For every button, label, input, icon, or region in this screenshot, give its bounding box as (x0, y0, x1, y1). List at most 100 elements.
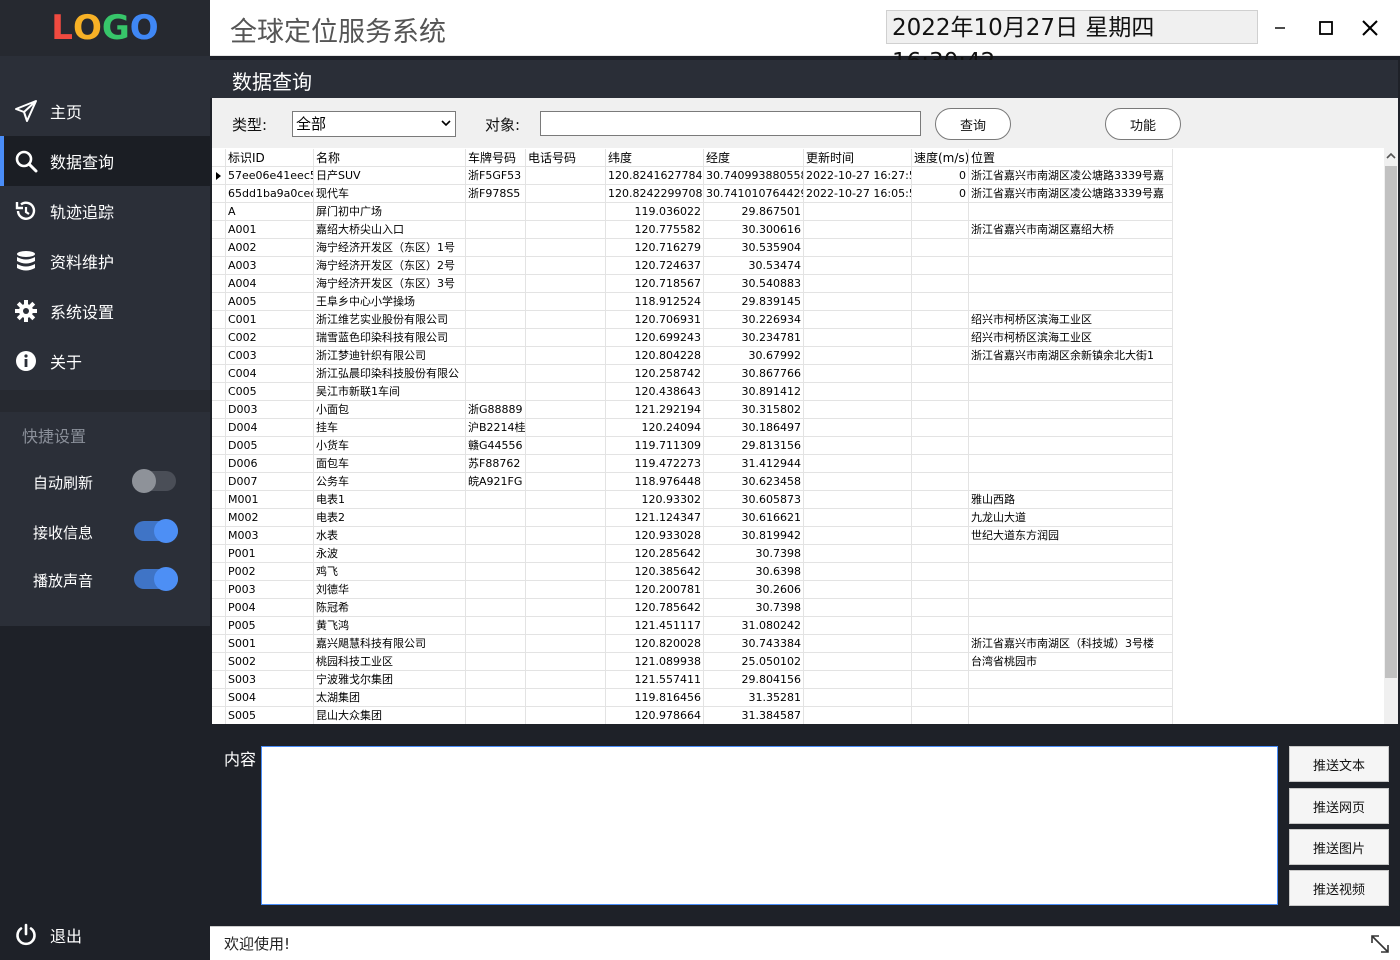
table-row[interactable]: P004 陈冠希 120.785642 30.7398 (212, 599, 1384, 617)
table-row[interactable]: A004 海宁经济开发区（东区）3号 120.718567 30.540883 (212, 275, 1384, 293)
column-header[interactable]: 速度(m/s) (912, 149, 969, 167)
table-row[interactable]: C001 浙江维艺实业股份有限公司 120.706931 30.226934 绍兴市柯桥… (212, 311, 1384, 329)
row-selector[interactable] (212, 383, 226, 401)
vertical-scrollbar[interactable] (1384, 148, 1398, 724)
table-row[interactable]: D007 公务车 皖A921FG 118.976448 30.623458 (212, 473, 1384, 491)
logout-button[interactable]: 退出 (0, 910, 210, 960)
push-image-button[interactable]: 推送图片 (1289, 829, 1389, 865)
auto-refresh-toggle[interactable] (132, 469, 176, 493)
table-row[interactable]: P001 永波 120.285642 30.7398 (212, 545, 1384, 563)
row-selector[interactable] (212, 419, 226, 437)
query-button[interactable]: 查询 (935, 108, 1011, 140)
row-selector[interactable] (212, 203, 226, 221)
receive-info-toggle[interactable] (134, 519, 178, 543)
column-header[interactable]: 电话号码 (526, 149, 606, 167)
row-selector[interactable] (212, 275, 226, 293)
table-row[interactable]: M003 水表 120.933028 30.819942 世纪大道东方润园 (212, 527, 1384, 545)
table-row[interactable]: D004 挂车 沪B2214桂 120.24094 30.186497 (212, 419, 1384, 437)
scrollbar-thumb[interactable] (1385, 166, 1397, 678)
maximize-button[interactable] (1306, 8, 1346, 48)
row-selector[interactable] (212, 167, 226, 185)
table-cell (969, 455, 1173, 473)
resize-icon[interactable] (1369, 933, 1391, 955)
table-row[interactable]: A 屏门初中广场 119.036022 29.867501 (212, 203, 1384, 221)
row-selector[interactable] (212, 455, 226, 473)
column-header[interactable]: 车牌号码 (466, 149, 526, 167)
row-selector[interactable] (212, 293, 226, 311)
table-row[interactable]: S001 嘉兴飓慧科技有限公司 120.820028 30.743384 浙江省嘉兴市南… (212, 635, 1384, 653)
nav-item-data-maintain[interactable]: 资料维护 (0, 236, 210, 286)
nav-item-data-query[interactable]: 数据查询 (0, 136, 210, 186)
row-selector[interactable] (212, 635, 226, 653)
table-row[interactable]: P003 刘德华 120.200781 30.2606 (212, 581, 1384, 599)
nav-item-home[interactable]: 主页 (0, 86, 210, 136)
table-row[interactable]: D003 小面包 浙G88889 121.292194 30.315802 (212, 401, 1384, 419)
row-selector[interactable] (212, 653, 226, 671)
column-header[interactable]: 名称 (314, 149, 466, 167)
row-selector[interactable] (212, 329, 226, 347)
table-row[interactable]: C005 吴江市新联1车间 120.438643 30.891412 (212, 383, 1384, 401)
column-header[interactable]: 纬度 (606, 149, 704, 167)
row-selector[interactable] (212, 527, 226, 545)
row-selector[interactable] (212, 581, 226, 599)
row-selector[interactable] (212, 617, 226, 635)
play-sound-toggle[interactable] (134, 567, 178, 591)
table-row[interactable]: A002 海宁经济开发区（东区）1号 120.716279 30.535904 (212, 239, 1384, 257)
table-row[interactable]: S003 宁波雅戈尔集团 121.557411 29.804156 (212, 671, 1384, 689)
row-selector[interactable] (212, 473, 226, 491)
object-input[interactable] (540, 111, 921, 136)
row-selector[interactable] (212, 509, 226, 527)
table-row[interactable]: A001 嘉绍大桥尖山入口 120.775582 30.300616 浙江省嘉兴市南湖区… (212, 221, 1384, 239)
push-video-button[interactable]: 推送视频 (1289, 870, 1389, 906)
row-selector[interactable] (212, 185, 226, 203)
table-row[interactable]: C002 瑞雪蓝色印染科技有限公司 120.699243 30.234781 绍兴市柯桥… (212, 329, 1384, 347)
row-selector[interactable] (212, 401, 226, 419)
push-webpage-button[interactable]: 推送网页 (1289, 788, 1389, 824)
row-selector[interactable] (212, 491, 226, 509)
row-selector[interactable] (212, 437, 226, 455)
table-row[interactable]: S004 太湖集团 119.816456 31.35281 (212, 689, 1384, 707)
table-row[interactable]: S005 昆山大众集团 120.978664 31.384587 (212, 707, 1384, 724)
row-selector[interactable] (212, 671, 226, 689)
close-button[interactable] (1350, 8, 1390, 48)
type-select[interactable]: 全部 (292, 111, 456, 137)
row-selector[interactable] (212, 599, 226, 617)
column-header[interactable]: 位置 (969, 149, 1173, 167)
row-selector[interactable] (212, 545, 226, 563)
table-row[interactable]: A005 王阜乡中心小学操场 118.912524 29.839145 (212, 293, 1384, 311)
row-selector[interactable] (212, 707, 226, 724)
nav-item-about[interactable]: 关于 (0, 336, 210, 386)
table-row[interactable]: 65dd1ba9a0cec6现代车浙F978S5 120.824229970899… (212, 185, 1384, 203)
column-header[interactable]: 更新时间 (804, 149, 912, 167)
row-selector[interactable] (212, 689, 226, 707)
row-selector[interactable] (212, 311, 226, 329)
row-selector[interactable] (212, 563, 226, 581)
table-row[interactable]: M002 电表2 121.124347 30.616621 九龙山大道 (212, 509, 1384, 527)
table-cell (804, 257, 912, 275)
table-row[interactable]: P005 黄飞鸿 121.451117 31.080242 (212, 617, 1384, 635)
row-selector[interactable] (212, 365, 226, 383)
row-selector[interactable] (212, 239, 226, 257)
table-row[interactable]: S002 桃园科技工业区 121.089938 25.050102 台湾省桃园市 (212, 653, 1384, 671)
nav-item-settings[interactable]: 系统设置 (0, 286, 210, 336)
table-row[interactable]: C003 浙江梦迪针织有限公司 120.804228 30.67992 浙江省嘉兴市南湖… (212, 347, 1384, 365)
column-header[interactable]: 经度 (704, 149, 804, 167)
row-selector[interactable] (212, 257, 226, 275)
column-header[interactable]: 标识ID (226, 149, 314, 167)
table-row[interactable]: C004 浙江弘晨印染科技股份有限公 120.258742 30.867766 (212, 365, 1384, 383)
row-selector[interactable] (212, 149, 226, 167)
row-selector[interactable] (212, 347, 226, 365)
table-row[interactable]: D006 面包车 苏F88762 119.472273 31.412944 (212, 455, 1384, 473)
table-row[interactable]: D005 小货车 赣G44556 119.711309 29.813156 (212, 437, 1384, 455)
table-row[interactable]: A003 海宁经济开发区（东区）2号 120.724637 30.53474 (212, 257, 1384, 275)
push-text-button[interactable]: 推送文本 (1289, 746, 1389, 782)
table-row[interactable]: M001 电表1 120.93302 30.605873 雅山西路 (212, 491, 1384, 509)
minimize-button[interactable] (1260, 8, 1300, 48)
function-button[interactable]: 功能 (1105, 108, 1181, 140)
row-selector[interactable] (212, 221, 226, 239)
quick-label-play-sound: 播放声音 (33, 572, 94, 590)
table-row[interactable]: 57ee06e41eec55日产SUV浙F5GF53 120.8241627784… (212, 167, 1384, 185)
table-row[interactable]: P002 鸡飞 120.385642 30.6398 (212, 563, 1384, 581)
content-textarea[interactable] (261, 746, 1278, 905)
nav-item-track[interactable]: 轨迹追踪 (0, 186, 210, 236)
